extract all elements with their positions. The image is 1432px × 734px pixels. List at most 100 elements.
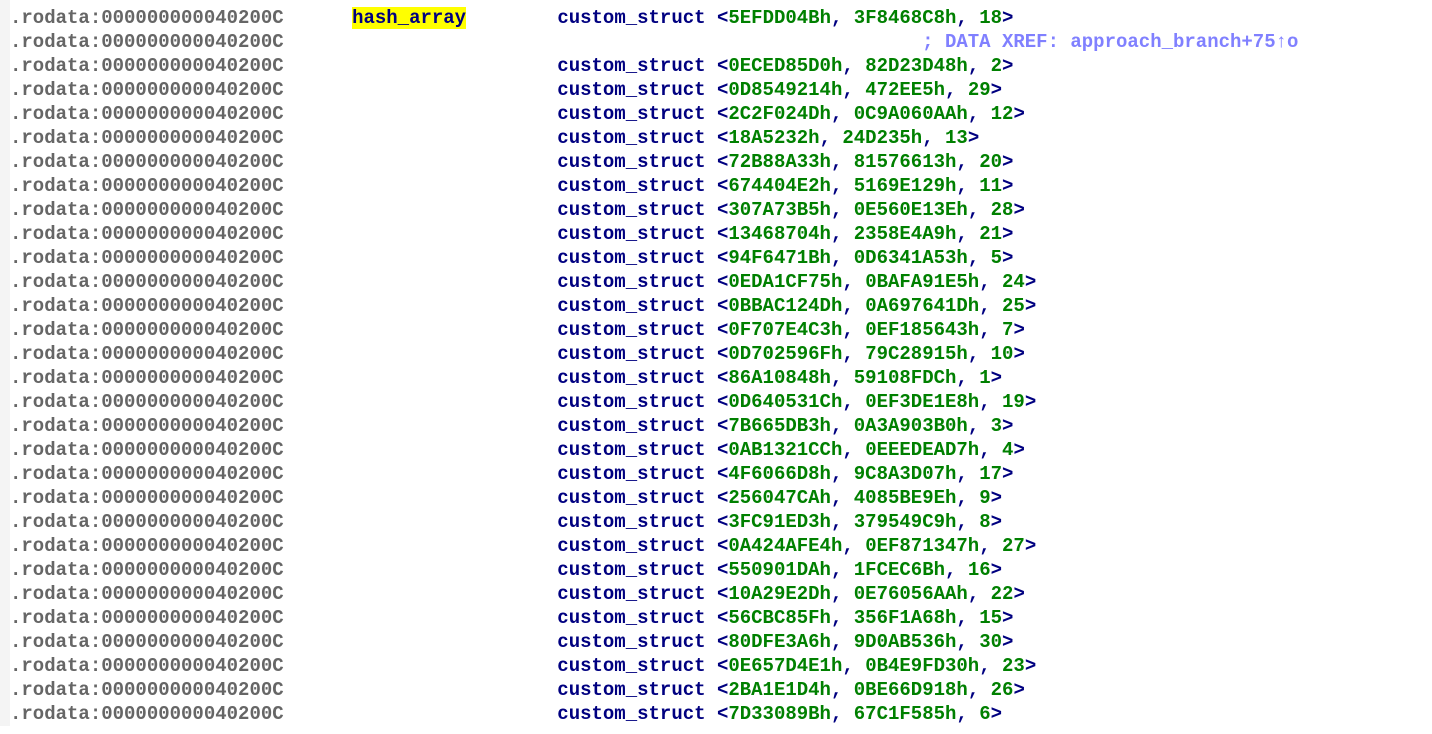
gutter [0,222,10,246]
struct-field-c: 5 [991,247,1002,269]
struct-field-b: 0EF185643h [865,319,979,341]
struct-field-b: 67C1F585h [854,703,957,725]
symbol-label[interactable]: hash_array [352,7,466,29]
disasm-line[interactable]: .rodata:000000000040200C custom_struct <… [0,78,1432,102]
struct-type: custom_struct [557,151,717,173]
struct-field-b: 9D0AB536h [854,631,957,653]
struct-field-a: 5EFDD04Bh [728,7,831,29]
struct-field-c: 29 [968,79,991,101]
disasm-line[interactable]: .rodata:000000000040200C custom_struct <… [0,54,1432,78]
struct-type: custom_struct [557,271,717,293]
address: .rodata:000000000040200C [10,223,295,245]
disasm-line[interactable]: .rodata:000000000040200C custom_struct <… [0,534,1432,558]
gutter [0,678,10,702]
struct-type: custom_struct [557,319,717,341]
address: .rodata:000000000040200C [10,535,295,557]
disasm-line[interactable]: .rodata:000000000040200C hash_array cust… [0,6,1432,30]
disasm-line[interactable]: .rodata:000000000040200C custom_struct <… [0,102,1432,126]
disasm-line[interactable]: .rodata:000000000040200C custom_struct <… [0,126,1432,150]
disasm-line[interactable]: .rodata:000000000040200C custom_struct <… [0,414,1432,438]
gutter [0,702,10,726]
struct-field-a: 72B88A33h [728,151,831,173]
xref-comment[interactable]: ; DATA XREF: approach_branch+75↑o [922,31,1298,53]
struct-field-a: 256047CAh [728,487,831,509]
gutter [0,78,10,102]
disasm-line[interactable]: .rodata:000000000040200C custom_struct <… [0,606,1432,630]
address: .rodata:000000000040200C [10,463,295,485]
struct-field-a: 0F707E4C3h [728,319,842,341]
struct-type: custom_struct [557,415,717,437]
gutter [0,246,10,270]
struct-field-b: 59108FDCh [854,367,957,389]
disasm-line[interactable]: .rodata:000000000040200C ; DATA XREF: ap… [0,30,1432,54]
address: .rodata:000000000040200C [10,703,295,725]
struct-field-a: 3FC91ED3h [728,511,831,533]
struct-field-b: 24D235h [842,127,922,149]
disassembly-listing[interactable]: .rodata:000000000040200D db 0 .rodata:00… [0,0,1432,726]
gutter [0,582,10,606]
gutter [0,126,10,150]
struct-field-b: 82D23D48h [865,55,968,77]
struct-type: custom_struct [557,559,717,581]
disasm-line[interactable]: .rodata:000000000040200C custom_struct <… [0,630,1432,654]
address: .rodata:000000000040200C [10,55,295,77]
struct-field-b: 0EF3DE1E8h [865,391,979,413]
disasm-line[interactable]: .rodata:000000000040200C custom_struct <… [0,198,1432,222]
address: 000000000040200D [101,0,295,5]
disasm-line[interactable]: .rodata:000000000040200C custom_struct <… [0,390,1432,414]
struct-field-b: 0EEEDEAD7h [865,439,979,461]
struct-field-c: 30 [979,631,1002,653]
disasm-line[interactable]: .rodata:000000000040200C custom_struct <… [0,438,1432,462]
struct-field-c: 28 [991,199,1014,221]
disasm-line[interactable]: .rodata:000000000040200C custom_struct <… [0,318,1432,342]
struct-field-b: 472EE5h [865,79,945,101]
gutter [0,366,10,390]
struct-type: custom_struct [557,655,717,677]
disasm-line[interactable]: .rodata:000000000040200C custom_struct <… [0,366,1432,390]
gutter [0,534,10,558]
disasm-line[interactable]: .rodata:000000000040200C custom_struct <… [0,510,1432,534]
disasm-line[interactable]: .rodata:000000000040200C custom_struct <… [0,462,1432,486]
disasm-line[interactable]: .rodata:000000000040200C custom_struct <… [0,294,1432,318]
struct-field-b: 2358E4A9h [854,223,957,245]
disasm-line[interactable]: .rodata:000000000040200C custom_struct <… [0,702,1432,726]
disasm-line[interactable]: .rodata:000000000040200C custom_struct <… [0,558,1432,582]
struct-field-a: 0BBAC124Dh [728,295,842,317]
disasm-line[interactable]: .rodata:000000000040200C custom_struct <… [0,654,1432,678]
struct-field-a: 0A424AFE4h [728,535,842,557]
disasm-line[interactable]: .rodata:000000000040200C custom_struct <… [0,246,1432,270]
struct-field-a: 80DFE3A6h [728,631,831,653]
address: .rodata:000000000040200C [10,631,295,653]
struct-field-c: 16 [968,559,991,581]
disasm-line[interactable]: .rodata:000000000040200C custom_struct <… [0,270,1432,294]
address: .rodata:000000000040200C [10,175,295,197]
disasm-line[interactable]: .rodata:000000000040200C custom_struct <… [0,222,1432,246]
disasm-line[interactable]: .rodata:000000000040200C custom_struct <… [0,150,1432,174]
struct-type: custom_struct [557,391,717,413]
struct-field-c: 26 [991,679,1014,701]
gutter [0,558,10,582]
struct-field-b: 0D6341A53h [854,247,968,269]
address: .rodata:000000000040200C [10,103,295,125]
struct-type: custom_struct [557,583,717,605]
struct-field-b: 0A3A903B0h [854,415,968,437]
disasm-line[interactable]: .rodata:000000000040200C custom_struct <… [0,174,1432,198]
struct-field-a: 674404E2h [728,175,831,197]
struct-type: custom_struct [557,439,717,461]
struct-field-b: 3F8468C8h [854,7,957,29]
disasm-line[interactable]: .rodata:000000000040200C custom_struct <… [0,678,1432,702]
address: .rodata:000000000040200C [10,655,295,677]
struct-field-c: 6 [979,703,990,725]
disasm-line[interactable]: .rodata:000000000040200C custom_struct <… [0,582,1432,606]
gutter [0,0,10,6]
struct-type: custom_struct [557,79,717,101]
address: .rodata:000000000040200C [10,487,295,509]
struct-type: custom_struct [557,607,717,629]
struct-type: custom_struct [557,199,717,221]
struct-field-c: 3 [991,415,1002,437]
disasm-line[interactable]: .rodata:000000000040200C custom_struct <… [0,342,1432,366]
gutter [0,630,10,654]
struct-field-c: 17 [979,463,1002,485]
disasm-line[interactable]: .rodata:000000000040200C custom_struct <… [0,486,1432,510]
struct-field-a: 0ECED85D0h [728,55,842,77]
